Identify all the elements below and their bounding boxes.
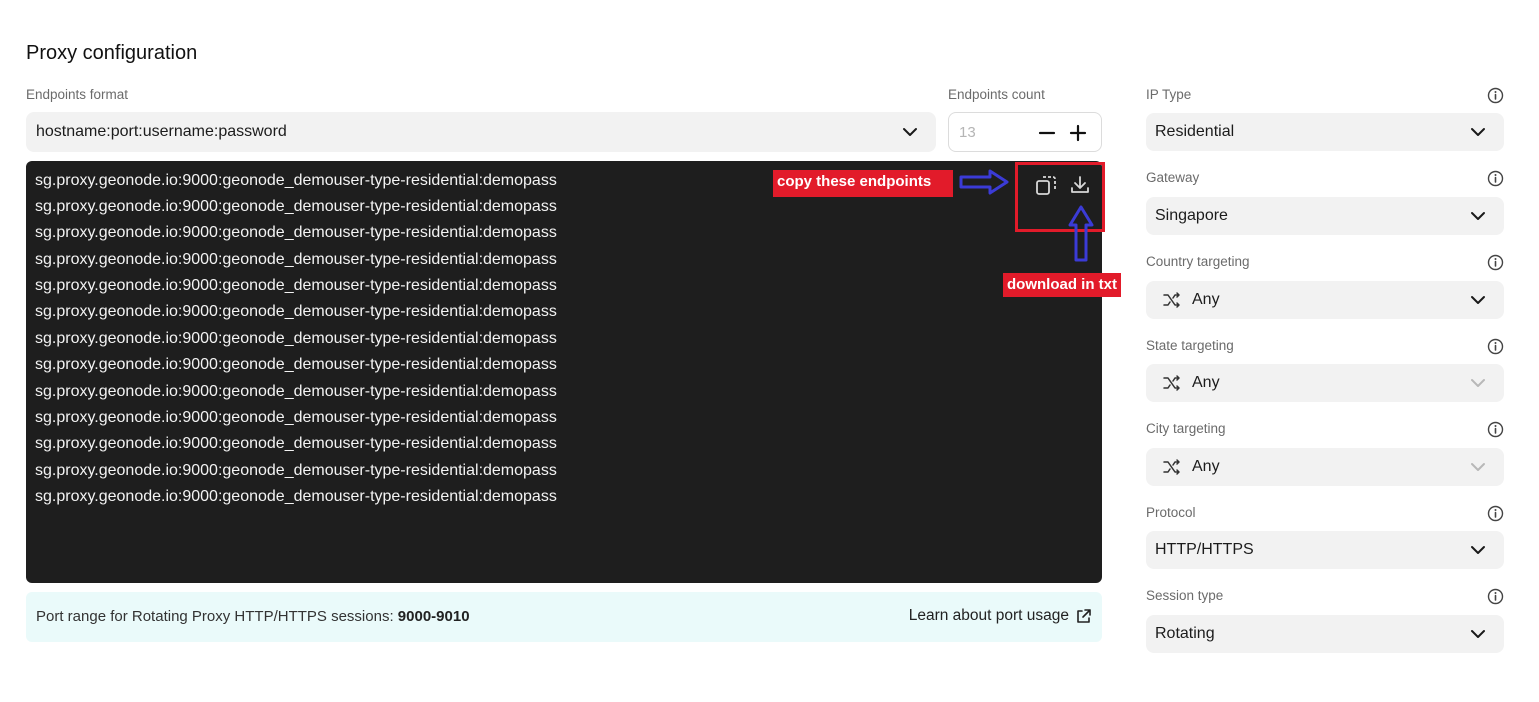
protocol-value: HTTP/HTTPS <box>1155 541 1254 558</box>
endpoint-line: sg.proxy.geonode.io:9000:geonode_demouse… <box>35 462 557 479</box>
info-icon[interactable] <box>1487 170 1504 187</box>
endpoint-line: sg.proxy.geonode.io:9000:geonode_demouse… <box>35 488 557 505</box>
info-icon[interactable] <box>1487 588 1504 605</box>
port-range-text: Port range for Rotating Proxy HTTP/HTTPS… <box>36 608 470 625</box>
endpoint-line: sg.proxy.geonode.io:9000:geonode_demouse… <box>35 383 557 400</box>
state-targeting-value: Any <box>1192 374 1220 391</box>
ip-type-select[interactable]: Residential <box>1146 113 1504 151</box>
shuffle-icon <box>1163 375 1180 391</box>
session-type-label: Session type <box>1146 588 1224 603</box>
country-targeting-label: Country targeting <box>1146 254 1250 269</box>
endpoint-line: sg.proxy.geonode.io:9000:geonode_demouse… <box>35 409 557 426</box>
info-icon[interactable] <box>1487 338 1504 355</box>
shuffle-icon <box>1163 459 1180 475</box>
chevron-down-icon <box>1470 545 1486 555</box>
learn-port-usage-link[interactable]: Learn about port usage <box>909 607 1092 625</box>
chevron-down-icon <box>1470 295 1486 305</box>
page-title: Proxy configuration <box>26 42 198 64</box>
endpoint-line: sg.proxy.geonode.io:9000:geonode_demouse… <box>35 356 557 373</box>
chevron-down-icon <box>1470 378 1486 388</box>
endpoint-line: sg.proxy.geonode.io:9000:geonode_demouse… <box>35 330 557 347</box>
port-range-value: 9000-9010 <box>397 608 470 625</box>
info-icon[interactable] <box>1487 254 1504 271</box>
endpoint-line: sg.proxy.geonode.io:9000:geonode_demouse… <box>35 251 557 268</box>
state-targeting-select[interactable]: Any <box>1146 364 1504 402</box>
endpoints-count-input[interactable]: 13 <box>959 124 976 141</box>
info-icon[interactable] <box>1487 421 1504 438</box>
arrow-up-icon <box>1068 205 1094 262</box>
endpoint-line: sg.proxy.geonode.io:9000:geonode_demouse… <box>35 198 557 215</box>
chevron-down-icon <box>1470 462 1486 472</box>
learn-port-usage-label: Learn about port usage <box>908 607 1069 624</box>
info-icon[interactable] <box>1487 505 1504 522</box>
city-targeting-label: City targeting <box>1146 421 1226 436</box>
annotation-download-label: download in txt <box>1003 273 1121 297</box>
endpoint-line: sg.proxy.geonode.io:9000:geonode_demouse… <box>35 435 557 452</box>
chevron-down-icon <box>1470 629 1486 639</box>
chevron-down-icon <box>1470 211 1486 221</box>
info-icon[interactable] <box>1487 87 1504 104</box>
country-targeting-value: Any <box>1192 291 1220 308</box>
endpoints-format-value: hostname:port:username:password <box>36 123 287 140</box>
endpoint-line: sg.proxy.geonode.io:9000:geonode_demouse… <box>35 172 557 189</box>
decrement-button[interactable] <box>1036 122 1058 144</box>
endpoints-format-select[interactable]: hostname:port:username:password <box>26 112 936 152</box>
gateway-select[interactable]: Singapore <box>1146 197 1504 235</box>
protocol-select[interactable]: HTTP/HTTPS <box>1146 531 1504 569</box>
port-range-info: Port range for Rotating Proxy HTTP/HTTPS… <box>26 592 1102 642</box>
external-link-icon <box>1077 608 1091 623</box>
endpoint-line: sg.proxy.geonode.io:9000:geonode_demouse… <box>35 303 557 320</box>
chevron-down-icon <box>1470 127 1486 137</box>
protocol-label: Protocol <box>1146 505 1196 520</box>
minus-icon <box>1038 131 1056 135</box>
city-targeting-select[interactable]: Any <box>1146 448 1504 486</box>
endpoints-format-label: Endpoints format <box>26 87 129 102</box>
gateway-value: Singapore <box>1155 207 1228 224</box>
endpoint-line: sg.proxy.geonode.io:9000:geonode_demouse… <box>35 224 557 241</box>
endpoints-count-label: Endpoints count <box>948 87 1045 102</box>
gateway-label: Gateway <box>1146 170 1200 185</box>
state-targeting-label: State targeting <box>1146 338 1234 353</box>
annotation-copy-label: copy these endpoints <box>773 170 953 197</box>
increment-button[interactable] <box>1067 122 1089 144</box>
shuffle-icon <box>1163 292 1180 308</box>
session-type-value: Rotating <box>1155 625 1215 642</box>
endpoints-output[interactable]: sg.proxy.geonode.io:9000:geonode_demouse… <box>26 161 1102 583</box>
arrow-right-icon <box>959 169 1009 195</box>
session-type-select[interactable]: Rotating <box>1146 615 1504 653</box>
chevron-down-icon <box>902 127 918 137</box>
city-targeting-value: Any <box>1192 458 1220 475</box>
ip-type-value: Residential <box>1155 123 1235 140</box>
endpoint-line: sg.proxy.geonode.io:9000:geonode_demouse… <box>35 277 557 294</box>
endpoints-count-stepper: 13 <box>948 112 1102 152</box>
ip-type-label: IP Type <box>1146 87 1192 102</box>
country-targeting-select[interactable]: Any <box>1146 281 1504 319</box>
plus-icon <box>1069 124 1087 142</box>
port-range-description: Port range for Rotating Proxy HTTP/HTTPS… <box>36 608 394 625</box>
